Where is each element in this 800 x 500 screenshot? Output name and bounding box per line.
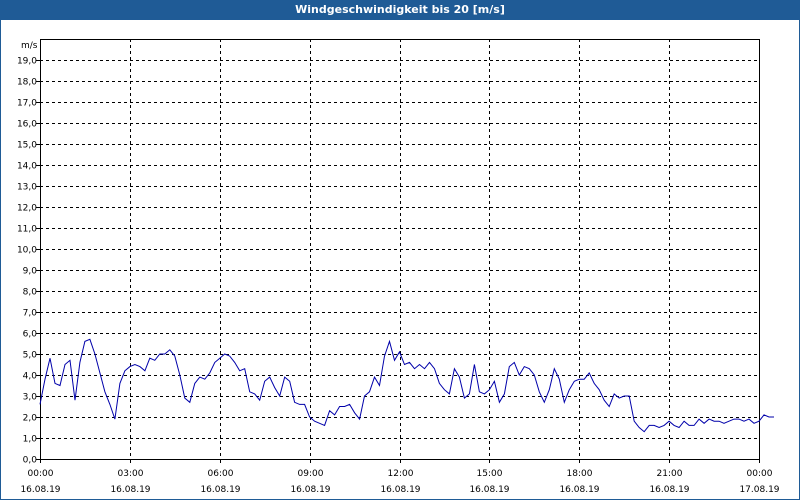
x-tick-date-label: 16.08.19 [20, 485, 60, 495]
y-tick-label: 4,0 [23, 372, 38, 382]
x-axis-ticks: 00:00 16.08.19 03:00 16.08.19 06:00 16.08.19 0… [20, 459, 780, 495]
y-tick-label: 18,0 [17, 78, 37, 88]
x-tick-date-label: 16.08.19 [469, 485, 509, 495]
y-tick-label: 16,0 [17, 120, 37, 130]
y-tick-label: 3,0 [23, 393, 38, 403]
y-tick-label: 7,0 [23, 309, 38, 319]
y-tick-label: 5,0 [23, 351, 38, 361]
x-tick-time-label: 09:00 [298, 469, 324, 479]
x-tick-time-label: 18:00 [567, 469, 593, 479]
x-tick-time-label: 15:00 [477, 469, 503, 479]
x-tick-date-label: 16.08.19 [110, 485, 150, 495]
y-tick-label: 1,0 [23, 435, 38, 445]
y-tick-label: 15,0 [17, 141, 37, 151]
y-tick-label: 0,0 [23, 456, 38, 466]
x-tick-time-label: 21:00 [657, 469, 683, 479]
x-tick-date-label: 16.08.19 [649, 485, 689, 495]
x-tick-time-label: 03:00 [118, 469, 144, 479]
x-tick-date-label: 16.08.19 [200, 485, 240, 495]
wind-speed-chart: m/s 0,0 1,0 2,0 3,0 4,0 5,0 6,0 7,0 8,0 9,0 10,0 11… [17, 39, 780, 495]
y-tick-label: 17,0 [17, 99, 37, 109]
y-tick-label: 13,0 [17, 183, 37, 193]
y-tick-label: 12,0 [17, 204, 37, 214]
y-tick-label: 19,0 [17, 57, 37, 67]
y-tick-label: 10,0 [17, 246, 37, 256]
grid-lines [40, 39, 759, 459]
x-tick-date-label: 17.08.19 [739, 485, 779, 495]
y-tick-label: 8,0 [23, 288, 38, 298]
y-tick-label: 11,0 [17, 225, 37, 235]
y-tick-label: 2,0 [23, 414, 38, 424]
x-tick-date-label: 16.08.19 [559, 485, 599, 495]
x-tick-time-label: 06:00 [208, 469, 234, 479]
y-tick-label: 14,0 [17, 162, 37, 172]
y-axis-unit-label: m/s [21, 41, 38, 51]
y-tick-label: 9,0 [23, 267, 38, 277]
y-axis-ticks: 0,0 1,0 2,0 3,0 4,0 5,0 6,0 7,0 8,0 9,0 10,0 11,0 12… [17, 57, 40, 466]
x-tick-date-label: 16.08.19 [380, 485, 420, 495]
y-tick-label: 6,0 [23, 330, 38, 340]
x-tick-time-label: 00:00 [28, 469, 54, 479]
x-tick-time-label: 00:00 [747, 469, 773, 479]
x-tick-time-label: 12:00 [388, 469, 414, 479]
x-tick-date-label: 16.08.19 [290, 485, 330, 495]
